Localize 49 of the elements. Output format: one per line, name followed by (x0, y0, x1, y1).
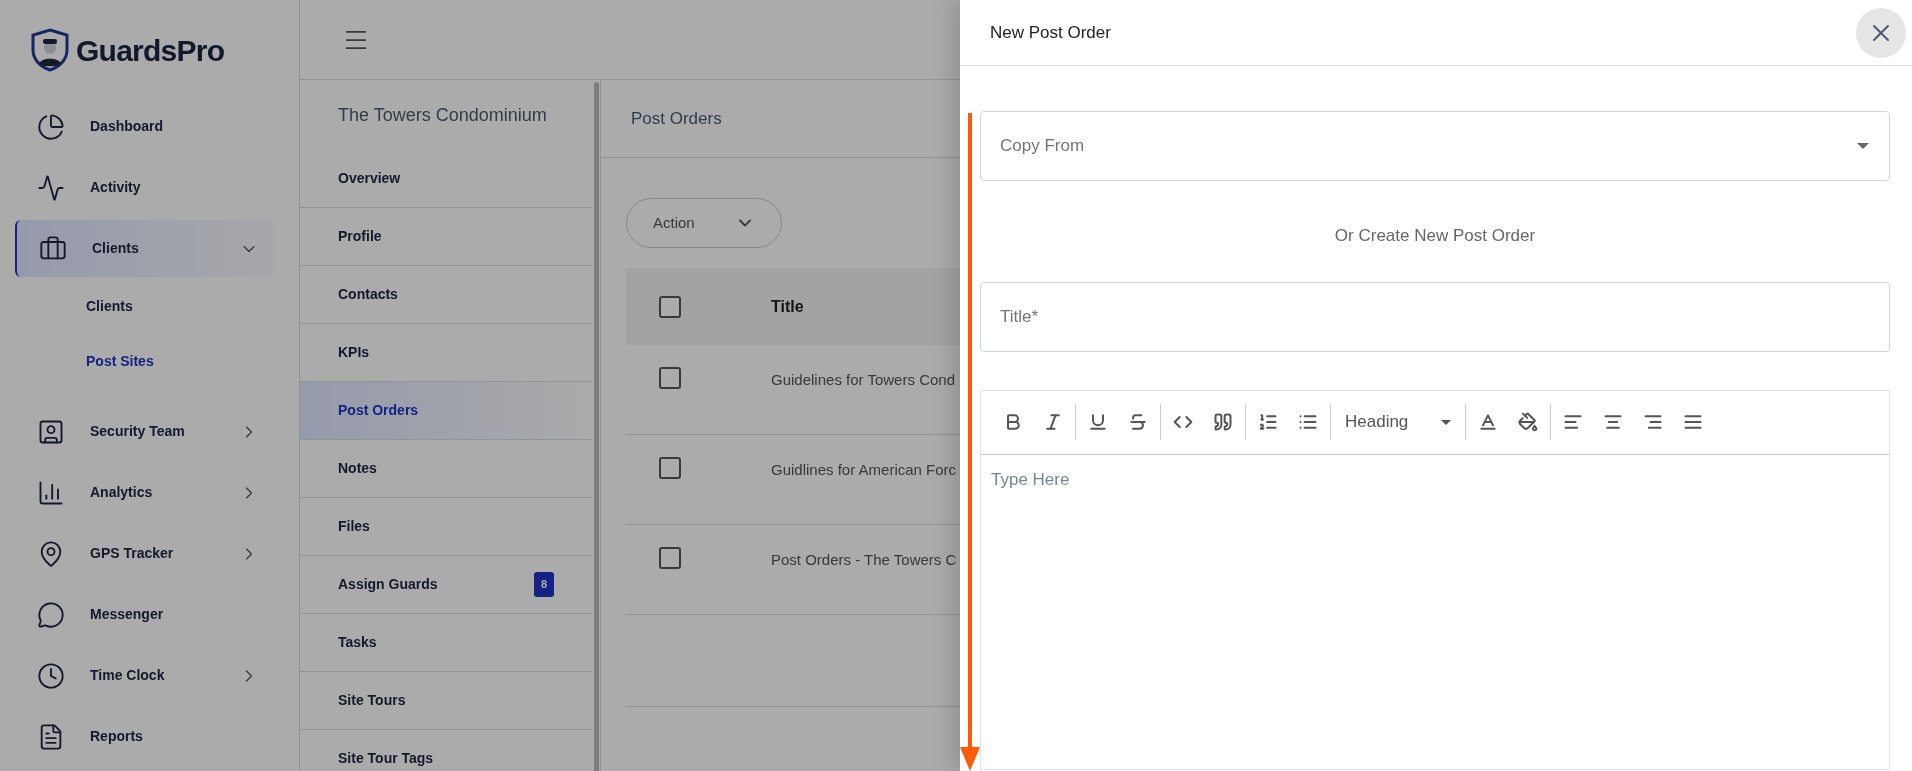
page-title: Post Orders (631, 107, 722, 130)
checkbox[interactable] (659, 295, 681, 318)
sidebar-item[interactable]: Dashboard (15, 98, 274, 155)
table-cell-text: Guidlines for American Forc (771, 460, 957, 480)
site-menu-item[interactable]: Assign Guards 8 (300, 556, 592, 614)
table-cell-text: Post Orders - The Towers C (771, 550, 957, 570)
sidebar-item[interactable]: Clients (15, 220, 274, 277)
count-badge: 8 (534, 572, 554, 597)
title-field[interactable]: Title* (980, 281, 1890, 352)
site-menu-item[interactable]: Site Tour Tags (300, 730, 592, 771)
checkbox[interactable] (659, 457, 681, 479)
action-dropdown[interactable]: Action (626, 198, 782, 248)
brand-name: GuardsPro (76, 32, 225, 69)
caret-down-icon (1857, 143, 1869, 149)
table-cell-text: Guidelines for Towers Cond (771, 370, 955, 390)
copy-from-select[interactable]: Copy From (980, 111, 1890, 181)
site-menu-item[interactable]: Post Orders (300, 382, 592, 440)
section-label: Or Create New Post Order (1334, 225, 1536, 247)
site-menu-item[interactable]: Notes (300, 440, 592, 498)
scrollbar[interactable] (593, 82, 599, 771)
sidebar-item[interactable]: Activity (15, 159, 274, 216)
sidebar-item[interactable]: Messenger (15, 586, 274, 643)
site-menu-item[interactable]: Contacts (300, 266, 592, 324)
sidebar-item[interactable]: GPS Tracker (15, 525, 274, 582)
sidebar-item[interactable]: Security Team (15, 403, 274, 460)
shield-logo-icon (30, 28, 70, 72)
caret-down-icon (1441, 419, 1451, 425)
column-header: Title (771, 296, 804, 317)
site-menu-item[interactable]: Overview (300, 150, 592, 208)
site-menu-item[interactable]: Site Tours (300, 672, 592, 730)
sidebar-item[interactable]: Time Clock (15, 647, 274, 704)
checkbox[interactable] (659, 547, 681, 569)
site-name: The Towers Condominium (338, 103, 547, 127)
clock-icon (37, 661, 65, 690)
chat-bubble-icon (37, 600, 65, 629)
sidebar-subitem[interactable]: Clients (15, 279, 274, 334)
rich-text-editor[interactable]: Heading Type Here (980, 389, 1890, 770)
sidebar-item[interactable]: Analytics (15, 464, 274, 521)
heading-select[interactable]: Heading (1333, 402, 1463, 442)
checkbox[interactable] (659, 367, 681, 389)
sidebar-item[interactable]: Reports (15, 708, 274, 765)
chart-line-icon (37, 173, 65, 202)
site-menu-item[interactable]: Files (300, 498, 592, 556)
sidebar-subitem[interactable]: Post Sites (15, 334, 274, 389)
pie-chart-icon (37, 112, 65, 141)
site-menu-item[interactable]: Profile (300, 208, 592, 266)
drawer-title: New Post Order (990, 21, 1112, 44)
close-button[interactable] (1856, 7, 1906, 58)
site-menu-item[interactable]: Tasks (300, 614, 592, 672)
